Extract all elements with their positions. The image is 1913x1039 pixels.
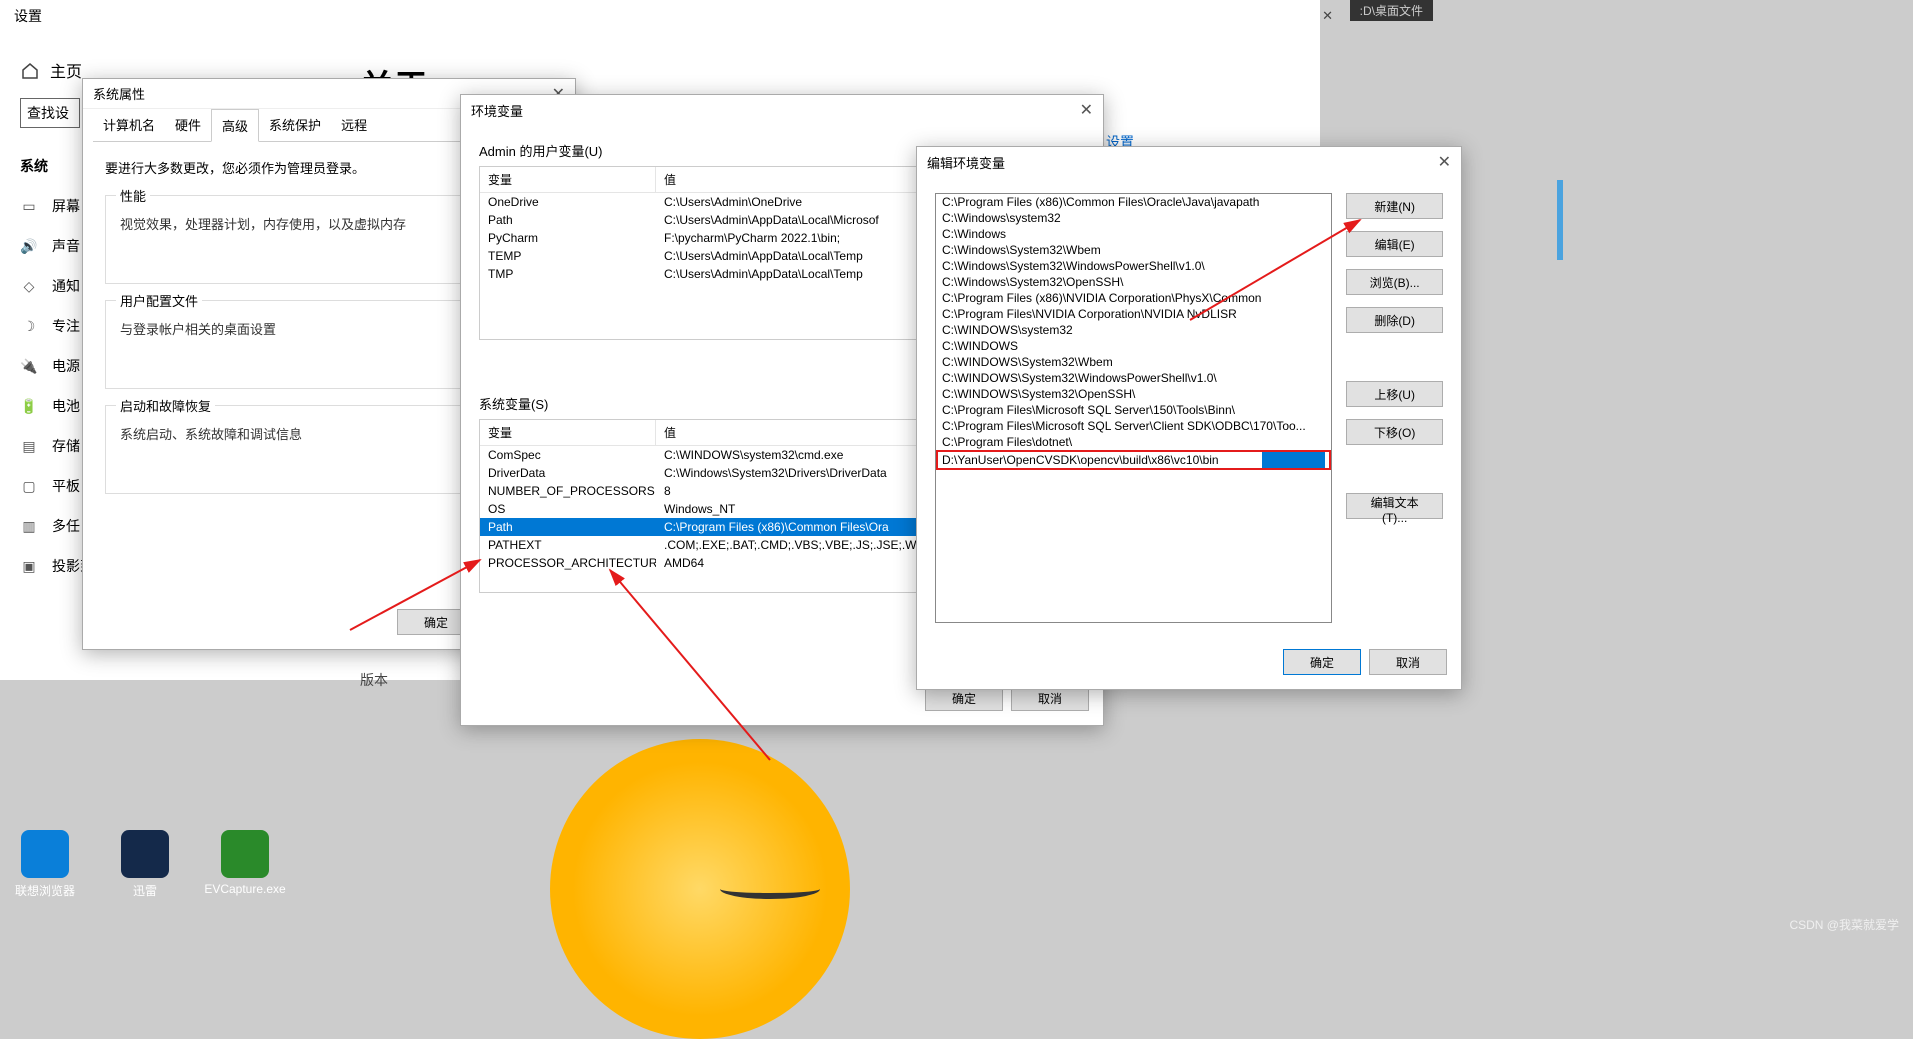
edit-text-button[interactable]: 编辑文本(T)... (1346, 493, 1443, 519)
settings-item-icon: 🔋 (20, 398, 38, 415)
desktop-icon-xunlei[interactable]: 迅雷 (110, 830, 180, 899)
home-label: 主页 (50, 58, 82, 82)
delete-button[interactable]: 删除(D) (1346, 307, 1443, 333)
var-name: PROCESSOR_ARCHITECTURE (480, 554, 656, 572)
tab[interactable]: 系统保护 (259, 109, 331, 141)
var-name: PATHEXT (480, 536, 656, 554)
desktop-icon-evcapture[interactable]: EVCapture.exe (210, 830, 280, 899)
settings-item-label: 专注 (52, 316, 80, 336)
side-accent (1557, 180, 1563, 260)
path-entry[interactable]: C:\Program Files (x86)\Common Files\Orac… (936, 194, 1331, 210)
window-title: 编辑环境变量 (927, 153, 1005, 172)
home-icon (20, 61, 38, 79)
edit-env-variable-window: 编辑环境变量 ✕ C:\Program Files (x86)\Common F… (916, 146, 1462, 690)
path-input[interactable] (942, 452, 1262, 468)
settings-item-icon: ▭ (20, 198, 38, 215)
close-icon[interactable]: ✕ (1080, 100, 1093, 120)
var-name: Path (480, 518, 656, 536)
tab[interactable]: 计算机名 (93, 109, 165, 141)
settings-item-label: 存储 (52, 436, 80, 456)
settings-item-label: 电源 (52, 356, 80, 376)
settings-item-label: 通知 (52, 276, 80, 296)
new-button[interactable]: 新建(N) (1346, 193, 1443, 219)
path-entry[interactable]: C:\Windows\system32 (936, 210, 1331, 226)
path-entry-editing[interactable] (936, 450, 1331, 470)
settings-item-label: 平板 (52, 476, 80, 496)
move-up-button[interactable]: 上移(U) (1346, 381, 1443, 407)
path-entry[interactable]: C:\Program Files (x86)\NVIDIA Corporatio… (936, 290, 1331, 306)
path-entry[interactable]: C:\WINDOWS\System32\OpenSSH\ (936, 386, 1331, 402)
titlebar: 编辑环境变量 ✕ (917, 147, 1461, 177)
settings-item-icon: ▤ (20, 438, 38, 455)
browse-button[interactable]: 浏览(B)... (1346, 269, 1443, 295)
label: 联想浏览器 (15, 882, 75, 899)
window-title: 环境变量 (471, 101, 523, 120)
edit-button[interactable]: 编辑(E) (1346, 231, 1443, 257)
path-listbox[interactable]: C:\Program Files (x86)\Common Files\Orac… (935, 193, 1332, 623)
cancel-button[interactable]: 取消 (1369, 649, 1447, 675)
var-name: NUMBER_OF_PROCESSORS (480, 482, 656, 500)
var-name: Path (480, 211, 656, 229)
group-title: 用户配置文件 (116, 291, 202, 310)
col-variable: 变量 (480, 420, 656, 445)
path-entry[interactable]: C:\Windows\System32\OpenSSH\ (936, 274, 1331, 290)
label: 迅雷 (133, 882, 157, 899)
tab[interactable]: 硬件 (165, 109, 211, 141)
path-entry[interactable]: C:\Program Files\NVIDIA Corporation\NVID… (936, 306, 1331, 322)
var-name: TEMP (480, 247, 656, 265)
watermark: CSDN @我菜就爱学 (1789, 916, 1899, 933)
settings-item-icon: ▣ (20, 558, 38, 575)
path-entry[interactable]: C:\WINDOWS (936, 338, 1331, 354)
settings-item-label: 多任 (52, 516, 80, 536)
label: EVCapture.exe (204, 882, 285, 896)
move-down-button[interactable]: 下移(O) (1346, 419, 1443, 445)
col-variable: 变量 (480, 167, 656, 192)
settings-item-label: 电池 (52, 396, 80, 416)
tab[interactable]: 高级 (211, 109, 259, 142)
settings-item-icon: 🔊 (20, 238, 38, 255)
var-name: OneDrive (480, 193, 656, 211)
var-name: DriverData (480, 464, 656, 482)
explorer-tab[interactable]: :D\桌面文件 (1350, 0, 1433, 21)
ok-button[interactable]: 确定 (1283, 649, 1361, 675)
path-entry[interactable]: C:\Windows\System32\WindowsPowerShell\v1… (936, 258, 1331, 274)
settings-item-icon: 🔌 (20, 358, 38, 375)
settings-item-icon: ▥ (20, 518, 38, 535)
var-name: TMP (480, 265, 656, 283)
settings-item-icon: ▢ (20, 478, 38, 495)
settings-item-icon: ☽ (20, 318, 38, 335)
desktop-icon-browser[interactable]: 联想浏览器 (10, 830, 80, 899)
group-title: 性能 (116, 186, 150, 205)
settings-search-input[interactable] (20, 98, 80, 128)
group-title: 启动和故障恢复 (116, 396, 215, 415)
path-entry[interactable]: C:\WINDOWS\System32\Wbem (936, 354, 1331, 370)
var-name: ComSpec (480, 446, 656, 464)
var-name: PyCharm (480, 229, 656, 247)
wallpaper-decoration (720, 879, 820, 899)
path-entry[interactable]: C:\Program Files\Microsoft SQL Server\15… (936, 402, 1331, 418)
path-entry[interactable]: C:\Windows (936, 226, 1331, 242)
settings-version-label: 版本 (360, 670, 388, 690)
desktop-icons: 联想浏览器 迅雷 EVCapture.exe (10, 830, 280, 899)
path-entry[interactable]: C:\Program Files\Microsoft SQL Server\Cl… (936, 418, 1331, 434)
var-name: OS (480, 500, 656, 518)
settings-item-icon: ◇ (20, 278, 38, 295)
path-entry[interactable]: C:\Program Files\dotnet\ (936, 434, 1331, 450)
window-title: 系统属性 (93, 84, 145, 103)
settings-item-label: 屏幕 (52, 196, 80, 216)
close-icon[interactable]: ✕ (1438, 152, 1451, 172)
path-entry[interactable]: C:\WINDOWS\system32 (936, 322, 1331, 338)
tab[interactable]: 远程 (331, 109, 377, 141)
selection-highlight (1262, 452, 1325, 468)
settings-title: 设置 (14, 6, 42, 26)
close-icon[interactable]: ✕ (1322, 8, 1333, 24)
path-entry[interactable]: C:\Windows\System32\Wbem (936, 242, 1331, 258)
titlebar: 环境变量 ✕ (461, 95, 1103, 125)
path-entry[interactable]: C:\WINDOWS\System32\WindowsPowerShell\v1… (936, 370, 1331, 386)
settings-item-label: 声音 (52, 236, 80, 256)
